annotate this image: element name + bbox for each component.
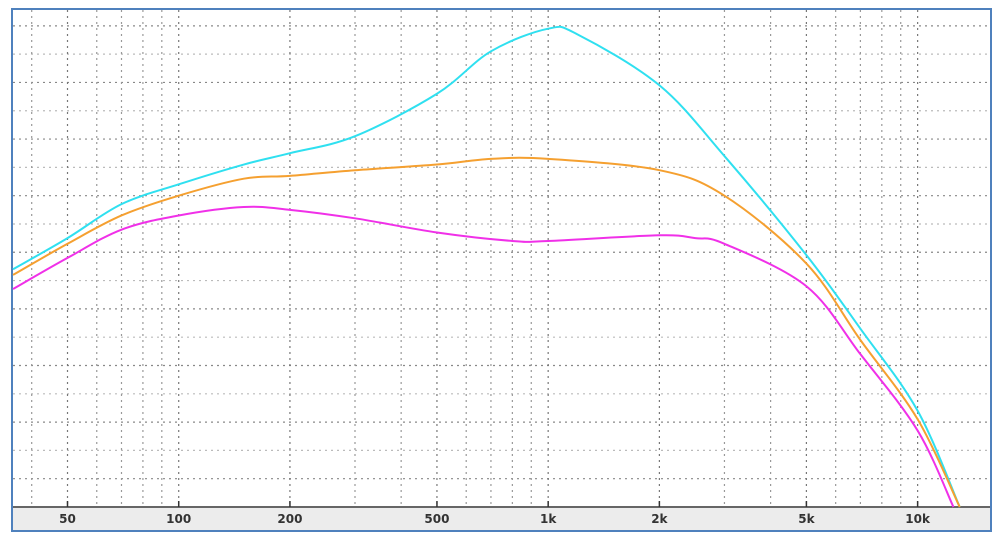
x-tick-label: 50 (59, 512, 76, 526)
x-tick-label: 200 (277, 512, 302, 526)
x-axis-strip (13, 508, 990, 530)
x-tick-label: 1k (540, 512, 557, 526)
frequency-response-chart: 50 100 200 500 1k 2k 5k 10k (11, 8, 992, 532)
x-tick-label: 500 (424, 512, 449, 526)
x-tick-label: 10k (905, 512, 931, 526)
x-tick-label: 100 (166, 512, 191, 526)
x-tick-label: 5k (798, 512, 815, 526)
chart-frame (11, 8, 992, 532)
x-tick-label: 2k (651, 512, 668, 526)
